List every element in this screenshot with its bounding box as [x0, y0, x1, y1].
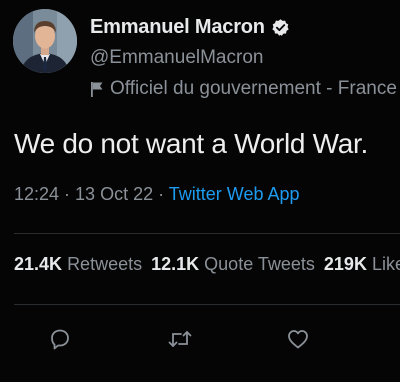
- divider: [14, 233, 400, 234]
- retweet-icon: [167, 327, 193, 356]
- name-row: Emmanuel Macron: [90, 14, 397, 40]
- meta-separator: ·: [59, 184, 76, 204]
- tweet-source-link[interactable]: Twitter Web App: [169, 184, 300, 204]
- reply-button[interactable]: [46, 327, 74, 355]
- tweet-text: We do not want a World War.: [14, 128, 368, 159]
- display-name[interactable]: Emmanuel Macron: [90, 16, 265, 39]
- divider: [14, 304, 400, 305]
- affiliation-text: Officiel du gouvernement - France: [110, 78, 397, 99]
- meta-separator: ·: [153, 184, 169, 204]
- likes-label: Likes: [371, 254, 400, 274]
- flag-icon: [90, 81, 104, 97]
- action-bar: [0, 327, 400, 357]
- tweet-time[interactable]: 12:24: [14, 184, 59, 204]
- likes-count: 219K: [323, 254, 367, 274]
- retweets-count: 21.4K: [14, 254, 63, 274]
- verified-badge-icon: [271, 18, 290, 37]
- tweet-date[interactable]: 13 Oct 22: [75, 184, 153, 204]
- government-label: Officiel du gouvernement - France: [90, 77, 397, 101]
- reply-icon: [48, 327, 72, 356]
- engagement-stats: 21.4K Retweets 12.1K Quote Tweets 219K Lik…: [14, 254, 400, 275]
- retweet-button[interactable]: [166, 327, 194, 355]
- quote-tweets-stat[interactable]: 12.1K Quote Tweets: [151, 254, 315, 274]
- user-handle[interactable]: @EmmanuelMacron: [90, 47, 397, 71]
- likes-stat[interactable]: 219K Likes: [324, 254, 400, 274]
- retweets-label: Retweets: [67, 254, 143, 274]
- tweet-card: Emmanuel Macron @EmmanuelMacron Officiel…: [0, 0, 400, 382]
- avatar[interactable]: [13, 9, 77, 73]
- heart-icon: [286, 327, 310, 356]
- quote-tweets-count: 12.1K: [151, 254, 200, 274]
- retweets-stat[interactable]: 21.4K Retweets: [14, 254, 142, 274]
- tweet-meta: 12:24 · 13 Oct 22 · Twitter Web App: [14, 184, 300, 205]
- tweet-header: Emmanuel Macron @EmmanuelMacron Officiel…: [90, 14, 397, 101]
- like-button[interactable]: [284, 327, 312, 355]
- quote-tweets-label: Quote Tweets: [204, 254, 315, 274]
